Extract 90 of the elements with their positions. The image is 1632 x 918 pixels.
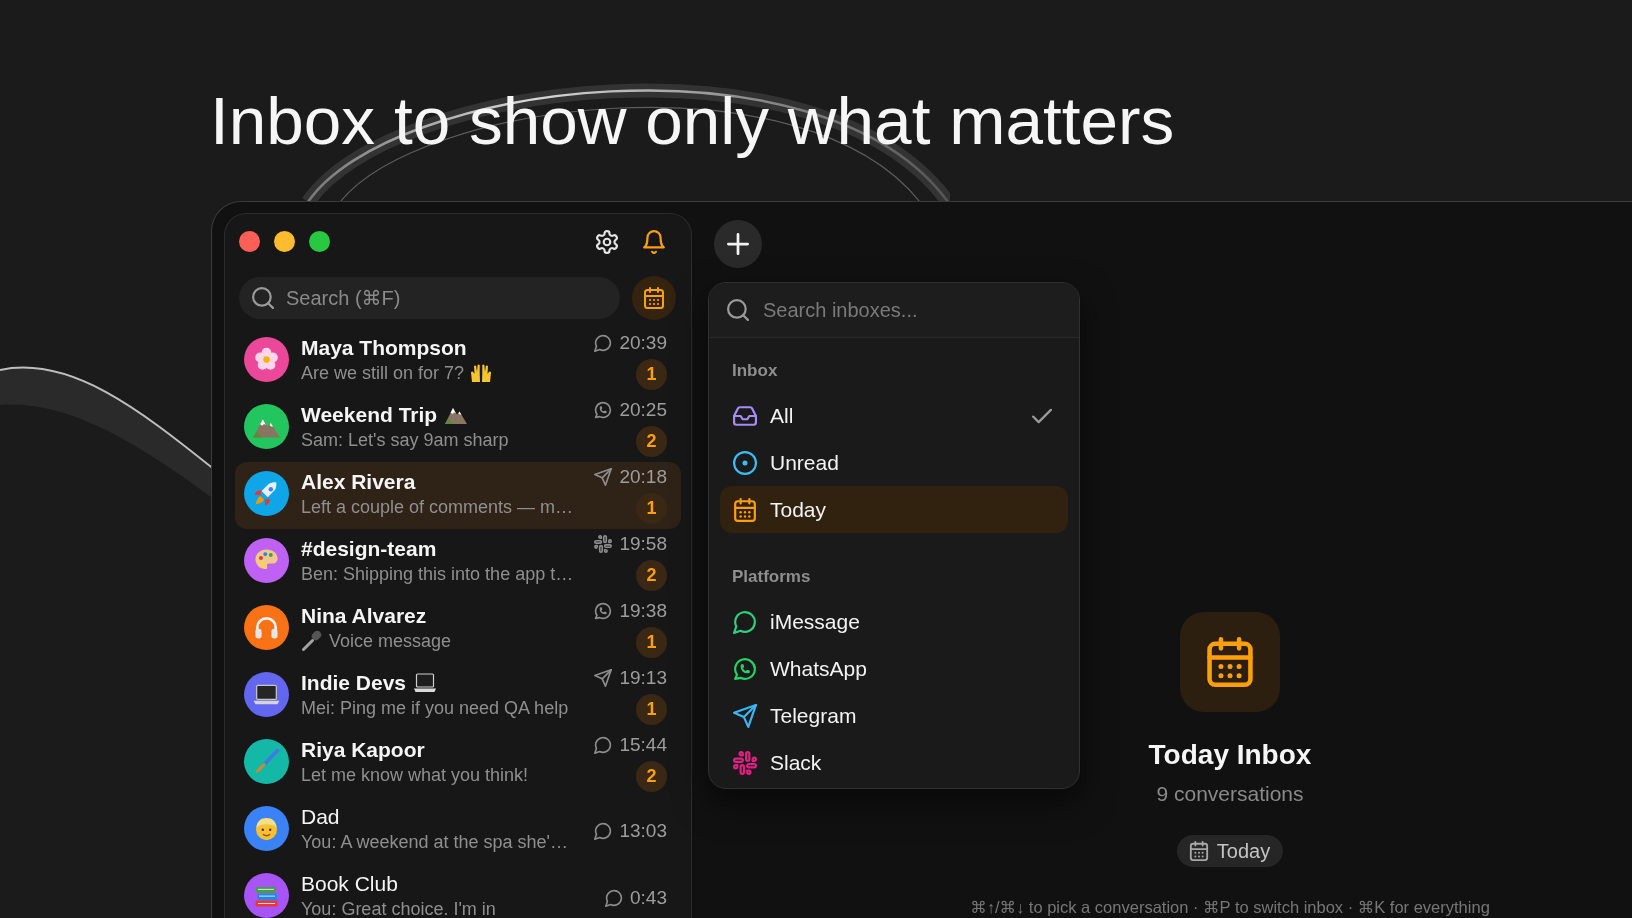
message-time: 0:43: [630, 886, 667, 909]
message-preview: You: A weekend at the spa she'…: [301, 831, 568, 854]
inbox-search-field[interactable]: Search inboxes...: [709, 283, 1079, 338]
phone-bubble-icon: [594, 401, 613, 419]
close-button[interactable]: [239, 231, 260, 252]
message-time: 19:38: [619, 600, 667, 622]
message-preview: Sam: Let's say 9am sharp: [301, 429, 509, 452]
inbox-title: Today Inbox: [1148, 738, 1312, 772]
conversation-item[interactable]: Book Club You: Great choice. I'm in 0:43: [235, 864, 681, 918]
menu-item[interactable]: WhatsApp: [720, 645, 1068, 692]
message-time: 20:39: [619, 332, 667, 354]
search-icon: [252, 287, 274, 309]
today-chip[interactable]: Today: [1176, 835, 1284, 867]
bell-icon[interactable]: [642, 229, 666, 254]
contact-name: Nina Alvarez: [301, 603, 427, 629]
paper-plane-icon: [594, 468, 613, 486]
message-preview: Mei: Ping me if you need QA help: [301, 697, 569, 720]
calendar-icon: [1188, 841, 1209, 861]
menu-item[interactable]: Slack: [720, 739, 1068, 786]
conversation-item[interactable]: Nina Alvarez Voice message 19:38 1: [235, 596, 681, 663]
unread-badge: 1: [636, 493, 667, 524]
contact-name: Alex Rivera: [301, 469, 416, 495]
conversation-count: 9 conversations: [1156, 781, 1304, 807]
calendar-icon: [733, 497, 757, 522]
conversation-item[interactable]: Indie Devs Mei: Ping me if you need QA help 19:13 1: [235, 663, 681, 730]
unread-badge: 1: [636, 359, 667, 390]
conversation-item[interactable]: Maya Thompson Are we still on for 7? 20:39 1: [235, 328, 681, 395]
menu-item[interactable]: All: [720, 392, 1068, 439]
contact-name: Weekend Trip: [301, 402, 438, 428]
menu-item[interactable]: Unread: [720, 439, 1068, 486]
message-preview: Are we still on for 7?: [301, 362, 465, 385]
calendar-button[interactable]: [632, 276, 676, 320]
plus-icon: [727, 233, 749, 255]
contact-name: Riya Kapoor: [301, 737, 425, 763]
chat-bubble-icon: [605, 888, 623, 907]
contact-name: Dad: [301, 804, 340, 830]
maximize-button[interactable]: [309, 231, 330, 252]
message-time: 15:44: [619, 734, 667, 756]
search-field[interactable]: Search (⌘F): [239, 277, 620, 319]
laptop-icon: [414, 673, 437, 693]
paper-plane-icon: [594, 669, 613, 687]
search-icon: [727, 299, 749, 321]
message-time: 19:58: [619, 533, 667, 555]
chat-bubble-icon: [594, 334, 613, 352]
raised-hands-icon: [470, 363, 493, 383]
chat-bubble-icon: [594, 821, 613, 840]
contact-name: Indie Devs: [301, 670, 407, 696]
hash-logo-icon: [594, 535, 613, 553]
inbox-tray-icon: [733, 403, 757, 428]
unread-badge: 2: [636, 426, 667, 457]
conversation-item[interactable]: Weekend Trip Sam: Let's say 9am sharp 20:25 2: [235, 395, 681, 462]
dot-circle-icon: [733, 450, 757, 475]
contact-name: Maya Thompson: [301, 335, 467, 361]
calendar-icon: [1180, 612, 1280, 712]
menu-item[interactable]: Telegram: [720, 692, 1068, 739]
conversation-item[interactable]: Dad You: A weekend at the spa she'… 13:03: [235, 797, 681, 864]
conversation-item[interactable]: #design-team Ben: Shipping this into the app t… 19:58 2: [235, 529, 681, 596]
chat-bubble-icon: [733, 609, 757, 634]
add-button[interactable]: [714, 220, 762, 268]
conversation-item[interactable]: Riya Kapoor Let me know what you think! 15:44 2: [235, 730, 681, 797]
message-time: 13:03: [619, 819, 667, 842]
phone-bubble-icon: [594, 602, 613, 620]
section-heading: Platforms: [731, 566, 812, 588]
contact-name: Book Club: [301, 871, 398, 897]
paper-plane-icon: [733, 703, 757, 728]
menu-item[interactable]: iMessage: [720, 598, 1068, 645]
message-preview: Ben: Shipping this into the app t…: [301, 563, 574, 586]
calendar-icon: [643, 287, 665, 309]
hash-logo-icon: [733, 750, 757, 775]
shortcut-hint: ⌘↑/⌘↓ to pick a conversation · ⌘P to switch inbox · ⌘K for everything: [970, 898, 1490, 916]
message-time: 20:18: [619, 466, 667, 488]
unread-badge: 2: [636, 761, 667, 792]
message-preview: You: Great choice. I'm in: [301, 898, 496, 918]
message-preview: Let me know what you think!: [301, 764, 529, 787]
menu-item[interactable]: Today: [720, 486, 1068, 533]
conversation-item[interactable]: Alex Rivera Left a couple of comments — m… 20:18 1: [235, 462, 681, 529]
message-preview: Left a couple of comments — m…: [301, 496, 574, 519]
unread-badge: 1: [636, 627, 667, 658]
contact-name: #design-team: [301, 536, 437, 562]
unread-badge: 1: [636, 694, 667, 725]
section-heading: Inbox: [731, 360, 779, 382]
phone-bubble-icon: [733, 656, 757, 681]
message-time: 20:25: [619, 399, 667, 421]
microphone-icon: [301, 631, 323, 651]
unread-badge: 2: [636, 560, 667, 591]
chat-bubble-icon: [594, 736, 613, 754]
minimize-button[interactable]: [274, 231, 295, 252]
message-time: 19:13: [619, 667, 667, 689]
settings-icon[interactable]: [595, 229, 619, 254]
message-preview: Voice message: [329, 630, 452, 653]
